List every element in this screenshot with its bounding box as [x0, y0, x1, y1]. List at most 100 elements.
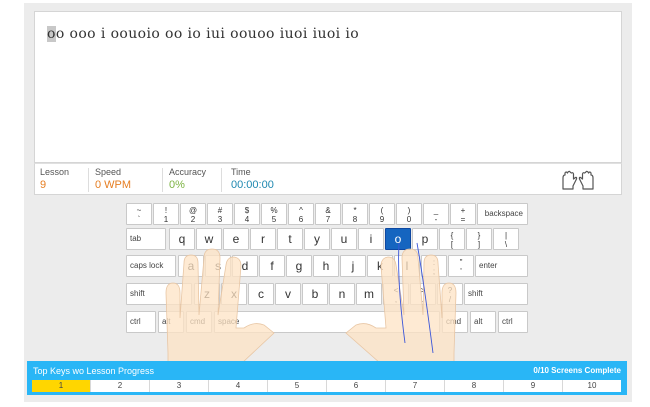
key-shift-char: $ — [244, 206, 250, 215]
key-\[interactable]: | \ — [493, 228, 519, 250]
key-shift-char: { — [450, 231, 454, 240]
key-shift-char: | — [504, 231, 508, 240]
progress-segment: 6 — [327, 380, 386, 392]
key-ctrl-left[interactable]: ctrl — [126, 311, 156, 333]
typing-text-panel[interactable]: oo ooo i oouoio oo io iui oouoo iuoi iuo… — [34, 11, 622, 163]
typing-remaining-text: o ooo i oouoio oo io iui oouoo iuoi iuoi… — [55, 26, 360, 42]
key--[interactable]: _ - — [423, 203, 449, 225]
key-q[interactable]: q — [169, 228, 195, 250]
key-char: o — [394, 232, 402, 246]
key-char: t — [288, 232, 292, 246]
key-w[interactable]: w — [196, 228, 222, 250]
key-char: d — [241, 259, 249, 273]
key-2[interactable]: @2 — [180, 203, 206, 225]
key-base-char: ' — [460, 267, 462, 276]
on-screen-keyboard: ~ `! 1 @2 #3 $4% 5 ^ 6 & 7 * 8(9) 0 _ - + = backspace tab q w… — [124, 203, 530, 338]
key-v[interactable]: v — [275, 283, 301, 305]
key-base-char: - — [434, 215, 438, 224]
key-alt-left[interactable]: alt — [158, 311, 184, 333]
key-.[interactable]: >. — [410, 283, 436, 305]
key-backspace[interactable]: backspace — [477, 203, 528, 225]
lesson-label: Lesson — [40, 167, 70, 177]
key-char: p — [421, 232, 429, 246]
key-char: l — [405, 259, 409, 273]
key-`[interactable]: ~ ` — [126, 203, 152, 225]
key-a[interactable]: a — [178, 255, 204, 277]
key-enter[interactable]: enter — [475, 255, 528, 277]
key-m[interactable]: m — [356, 283, 382, 305]
key-base-char: 2 — [190, 215, 196, 224]
key-cmd-left[interactable]: cmd — [186, 311, 212, 333]
key-f[interactable]: f — [259, 255, 285, 277]
key-0[interactable]: ) 0 — [396, 203, 422, 225]
key-c[interactable]: c — [248, 283, 274, 305]
key-s[interactable]: s — [205, 255, 231, 277]
key-caps-lock[interactable]: caps lock — [126, 255, 176, 277]
key-1[interactable]: ! 1 — [153, 203, 179, 225]
key-shift-char: * — [353, 206, 357, 215]
key-6[interactable]: ^ 6 — [288, 203, 314, 225]
key-g[interactable]: g — [286, 255, 312, 277]
key-p[interactable]: p — [412, 228, 438, 250]
key-base-char: ` — [137, 215, 141, 224]
accuracy-value: 0% — [169, 179, 185, 191]
key-,[interactable]: <, — [383, 283, 409, 305]
key-base-char: 1 — [163, 215, 169, 224]
key-space[interactable]: space — [214, 311, 440, 333]
key-l[interactable]: l — [394, 255, 420, 277]
key-x[interactable]: x — [221, 283, 247, 305]
key-j[interactable]: j — [340, 255, 366, 277]
key-y[interactable]: y — [304, 228, 330, 250]
time-label: Time — [231, 167, 251, 177]
key-shift-left[interactable]: shift — [126, 283, 192, 305]
key-shift-char: ~ — [136, 206, 142, 215]
key-7[interactable]: & 7 — [315, 203, 341, 225]
stat-divider — [88, 168, 89, 192]
key-shift-char: " — [459, 258, 463, 267]
progress-title: Top Keys wo Lesson Progress — [33, 366, 155, 376]
key-4[interactable]: $4 — [234, 203, 260, 225]
key-t[interactable]: t — [277, 228, 303, 250]
key-9[interactable]: (9 — [369, 203, 395, 225]
key-tab[interactable]: tab — [126, 228, 166, 250]
key-o[interactable]: o — [385, 228, 411, 250]
key-;[interactable]: :; — [421, 255, 447, 277]
key-d[interactable]: d — [232, 255, 258, 277]
hands-toggle-icon[interactable] — [560, 169, 596, 191]
key-b[interactable]: b — [302, 283, 328, 305]
key-i[interactable]: i — [358, 228, 384, 250]
stats-bar: Lesson 9 Speed 0 WPM Accuracy 0% Time 00… — [34, 163, 622, 195]
key-shift-right[interactable]: shift — [464, 283, 528, 305]
key-8[interactable]: * 8 — [342, 203, 368, 225]
key-char: e — [232, 232, 240, 246]
key-shift-char: & — [325, 206, 331, 215]
key-[[interactable]: {[ — [439, 228, 465, 250]
key-e[interactable]: e — [223, 228, 249, 250]
key-/[interactable]: ? / — [437, 283, 463, 305]
key-char: z — [204, 287, 210, 301]
key-n[interactable]: n — [329, 283, 355, 305]
key-alt-right[interactable]: alt — [470, 311, 496, 333]
key-5[interactable]: % 5 — [261, 203, 287, 225]
progress-segment: 5 — [268, 380, 327, 392]
key-z[interactable]: z — [194, 283, 220, 305]
lesson-value: 9 — [40, 179, 47, 191]
key-base-char: 4 — [244, 215, 250, 224]
key-ctrl-right[interactable]: ctrl — [498, 311, 528, 333]
key-3[interactable]: #3 — [207, 203, 233, 225]
key-shift-char: > — [420, 286, 426, 295]
key-char: j — [351, 259, 355, 273]
key-base-char: 8 — [352, 215, 358, 224]
key-][interactable]: }] — [466, 228, 492, 250]
key-'[interactable]: " ' — [448, 255, 474, 277]
key-cmd-right[interactable]: cmd — [442, 311, 468, 333]
progress-segment: 4 — [209, 380, 268, 392]
speed-label: Speed — [95, 167, 122, 177]
key-u[interactable]: u — [331, 228, 357, 250]
progress-segment: 7 — [386, 380, 445, 392]
key-=[interactable]: + = — [450, 203, 476, 225]
key-r[interactable]: r — [250, 228, 276, 250]
key-k[interactable]: k — [367, 255, 393, 277]
key-base-char: . — [421, 295, 425, 304]
key-h[interactable]: h — [313, 255, 339, 277]
